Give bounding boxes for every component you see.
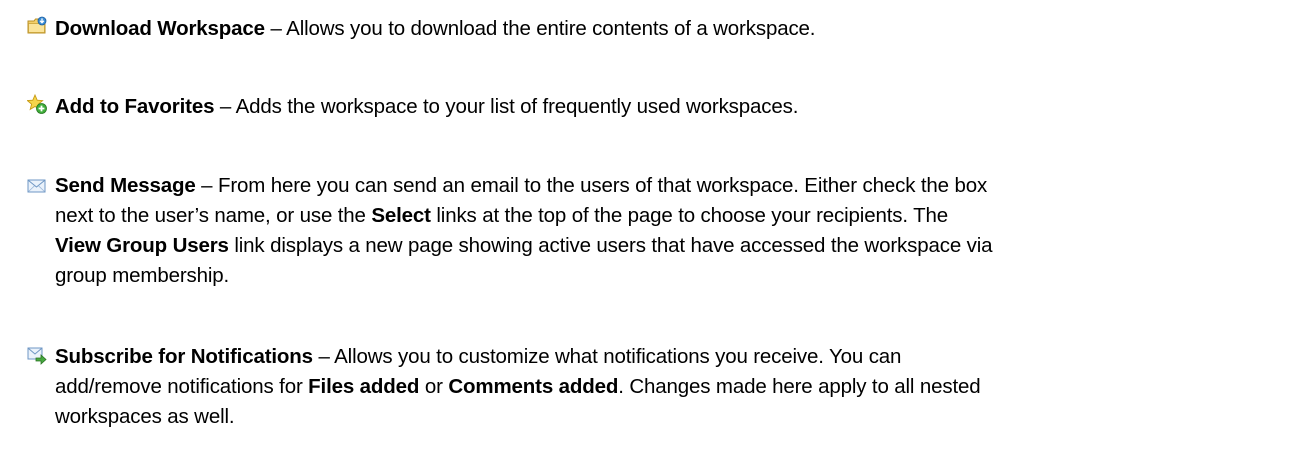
subscribe-notifications-icon [27, 346, 47, 366]
entry-line: group membership. [55, 261, 1225, 291]
entry-title: Send Message [55, 174, 196, 197]
entry-description: From here you can send an email to the u… [217, 174, 988, 197]
entry-line: View Group Users link displays a new pag… [55, 231, 1225, 261]
entry-line: next to the user’s name, or use the Sele… [55, 201, 1225, 231]
entry-description: Adds the workspace to your list of frequ… [235, 95, 799, 118]
text-segment: links at the top of the page to choose y… [430, 204, 948, 227]
text-segment: or [419, 375, 449, 398]
text-segment: next to the user’s name, or use the [55, 204, 372, 227]
comments-added-label: Comments added [448, 375, 619, 398]
dash: – [195, 174, 218, 197]
dash: – [214, 95, 236, 118]
files-added-label: Files added [308, 375, 420, 398]
dash: – [312, 345, 335, 368]
entry-line: add/remove notifications for Files added… [55, 372, 1225, 402]
entry-line: Add to Favorites – Adds the workspace to… [55, 92, 1225, 122]
text-segment: link displays a new page showing active … [228, 234, 993, 257]
entry-title: Add to Favorites [55, 95, 215, 118]
view-group-users-label: View Group Users [55, 234, 229, 257]
entry-line: workspaces as well. [55, 402, 1225, 432]
text-segment: add/remove notifications for [55, 375, 309, 398]
entry-line: Send Message – From here you can send an… [55, 171, 1225, 201]
add-favorite-star-icon [26, 93, 47, 114]
entry-line: Download Workspace – Allows you to downl… [55, 14, 1225, 44]
envelope-icon [27, 176, 47, 196]
entry-description: Allows you to customize what notificatio… [334, 345, 902, 368]
entry-title: Download Workspace [55, 17, 265, 40]
select-link-label: Select [371, 204, 431, 227]
text-segment: . Changes made here apply to all nested [618, 375, 981, 398]
help-document: Download Workspace – Allows you to downl… [0, 0, 1291, 466]
download-workspace-icon [27, 16, 47, 36]
entry-description: Allows you to download the entire conten… [286, 17, 816, 40]
dash: – [264, 17, 287, 40]
text-segment: group membership. [55, 264, 230, 287]
entry-title: Subscribe for Notifications [55, 345, 313, 368]
entry-line: Subscribe for Notifications – Allows you… [55, 342, 1225, 372]
text-segment: workspaces as well. [55, 405, 235, 428]
